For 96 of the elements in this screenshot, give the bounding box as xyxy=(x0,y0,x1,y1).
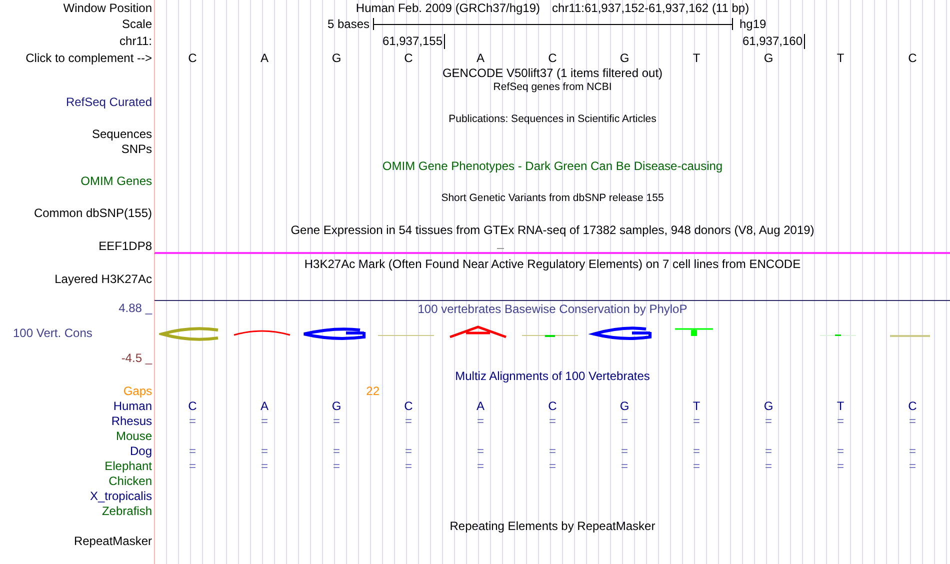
match-mark: = xyxy=(692,414,700,428)
base-letter[interactable]: T xyxy=(836,50,844,64)
base-letter: A xyxy=(476,398,484,412)
match-mark: = xyxy=(764,444,772,458)
base-letter[interactable]: C xyxy=(548,50,557,64)
species-label[interactable]: Zebrafish xyxy=(102,504,152,518)
match-mark: = xyxy=(260,414,268,428)
track-title[interactable]: Short Genetic Variants from dbSNP release 155 xyxy=(441,192,664,204)
track-title[interactable]: RefSeq genes from NCBI xyxy=(493,81,612,93)
match-mark: = xyxy=(476,458,484,472)
species-label[interactable]: Mouse xyxy=(116,428,152,442)
track-label[interactable]: RepeatMasker xyxy=(74,534,152,548)
base-letter[interactable]: A xyxy=(260,50,268,64)
track-label[interactable]: Common dbSNP(155) xyxy=(34,206,152,220)
match-mark: = xyxy=(908,458,916,472)
base-letter[interactable]: C xyxy=(404,50,413,64)
coordinate-label: 61,937,155 xyxy=(382,34,444,49)
axis-max-label: 4.88 _ xyxy=(118,301,152,315)
species-label[interactable]: Rhesus xyxy=(111,414,152,428)
track-label[interactable]: Layered H3K27Ac xyxy=(54,272,152,286)
match-mark: = xyxy=(620,414,628,428)
match-mark: = xyxy=(548,444,556,458)
match-mark: = xyxy=(908,444,916,458)
match-mark: = xyxy=(260,458,268,472)
base-letter: C xyxy=(404,398,413,412)
base-letter[interactable]: C xyxy=(188,50,197,64)
track-title[interactable]: Repeating Elements by RepeatMasker xyxy=(450,519,656,533)
base-letter: G xyxy=(620,398,630,412)
assembly-name: Human Feb. 2009 (GRCh37/hg19) xyxy=(356,1,540,15)
track-title[interactable]: Gene Expression in 54 tissues from GTEx RNA-seq of 17382 samples, 948 donors (V8, Aug 2019) xyxy=(290,223,814,237)
match-mark: = xyxy=(476,444,484,458)
match-mark: = xyxy=(404,458,412,472)
track-label[interactable]: EEF1DP8 xyxy=(98,238,152,252)
base-letter[interactable]: G xyxy=(332,50,342,64)
species-label[interactable]: Elephant xyxy=(104,458,152,472)
match-mark: = xyxy=(404,414,412,428)
base-letter: G xyxy=(764,398,774,412)
track-label[interactable]: RefSeq Curated xyxy=(66,94,152,108)
match-mark: = xyxy=(692,444,700,458)
match-mark: = xyxy=(836,414,844,428)
row-label: Window Position xyxy=(63,1,152,15)
scale-text: 5 bases xyxy=(327,17,370,31)
track-label[interactable]: OMIM Genes xyxy=(80,174,152,188)
match-mark: = xyxy=(260,444,268,458)
track-title[interactable]: Multiz Alignments of 100 Vertebrates xyxy=(455,369,650,383)
base-letter[interactable]: A xyxy=(476,50,484,64)
complement-link[interactable]: Click to complement --> xyxy=(26,50,152,64)
match-mark: = xyxy=(188,458,196,472)
gap-count: 22 xyxy=(366,384,380,398)
coordinate-label: 61,937,160 xyxy=(742,34,804,49)
base-letter: T xyxy=(836,398,844,412)
match-mark: = xyxy=(764,458,772,472)
match-mark: = xyxy=(332,414,340,428)
match-mark: = xyxy=(908,414,916,428)
base-letter: T xyxy=(692,398,700,412)
expression-mark xyxy=(497,248,504,249)
match-mark: = xyxy=(332,444,340,458)
match-mark: = xyxy=(188,444,196,458)
position-text: chr11:61,937,152-61,937,162 (11 bp) xyxy=(552,1,750,15)
match-mark: = xyxy=(332,458,340,472)
track-title[interactable]: H3K27Ac Mark (Often Found Near Active Regulatory Elements) on 7 cell lines from ENCODE xyxy=(304,257,801,271)
track-label[interactable]: 100 Vert. Cons xyxy=(13,326,92,340)
base-letter[interactable]: T xyxy=(692,50,700,64)
axis-min-label: -4.5 _ xyxy=(121,351,152,365)
match-mark: = xyxy=(548,414,556,428)
base-letter: C xyxy=(188,398,197,412)
base-letter[interactable]: C xyxy=(908,50,917,64)
base-letter[interactable]: G xyxy=(620,50,630,64)
track-label[interactable]: Sequences xyxy=(92,126,152,140)
species-label[interactable]: X_tropicalis xyxy=(90,488,152,502)
species-label[interactable]: Dog xyxy=(130,444,152,458)
match-mark: = xyxy=(188,414,196,428)
match-mark: = xyxy=(476,414,484,428)
base-letter: C xyxy=(908,398,917,412)
match-mark: = xyxy=(692,458,700,472)
species-label[interactable]: Chicken xyxy=(108,474,152,488)
match-mark: = xyxy=(764,414,772,428)
base-letter[interactable]: G xyxy=(764,50,774,64)
base-letter: G xyxy=(332,398,342,412)
track-title[interactable]: OMIM Gene Phenotypes - Dark Green Can Be Disease-causing xyxy=(382,159,723,173)
match-mark: = xyxy=(620,458,628,472)
track-title[interactable]: 100 vertebrates Basewise Conservation by PhyloP xyxy=(418,302,688,316)
match-mark: = xyxy=(548,458,556,472)
species-label[interactable]: Human xyxy=(113,398,152,412)
scale-assembly: hg19 xyxy=(740,17,766,31)
match-mark: = xyxy=(620,444,628,458)
match-mark: = xyxy=(404,444,412,458)
track-title[interactable]: GENCODE V50lift37 (1 items filtered out) xyxy=(442,66,663,80)
base-letter: C xyxy=(548,398,557,412)
match-mark: = xyxy=(836,444,844,458)
base-letter: A xyxy=(260,398,268,412)
match-mark: = xyxy=(836,458,844,472)
row-label: chr11: xyxy=(120,34,152,48)
row-label: Scale xyxy=(122,17,152,31)
track-title[interactable]: Publications: Sequences in Scientific Articles xyxy=(448,113,656,125)
track-label[interactable]: SNPs xyxy=(121,142,152,156)
